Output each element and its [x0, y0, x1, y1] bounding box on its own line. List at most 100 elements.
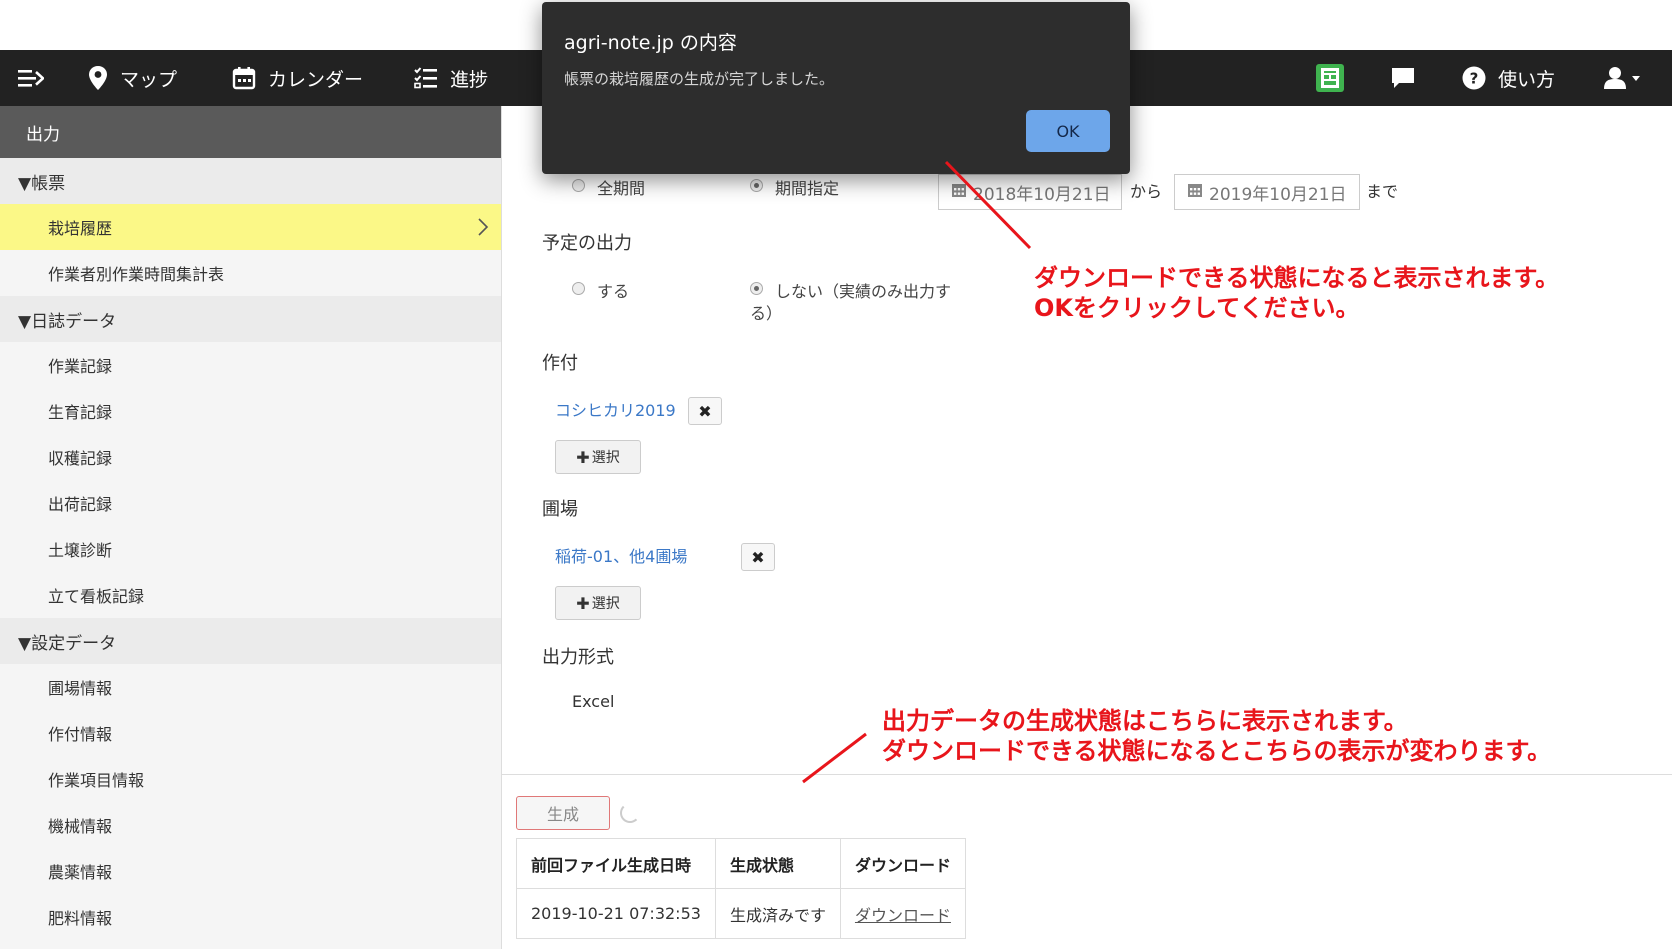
sidebar: 出力 ▼帳票 栽培履歴 作業者別作業時間集計表 ▼日誌データ 作業記録 生育記録… [0, 106, 502, 949]
nav-progress[interactable]: 進捗 [414, 50, 488, 106]
close-icon: ✖ [698, 401, 712, 421]
dialog-ok-button[interactable]: OK [1026, 110, 1110, 152]
planned-yes-label: する [597, 282, 630, 301]
output-status-table: 前回ファイル生成日時 生成状態 ダウンロード 2019-10-21 07:32:… [516, 838, 966, 939]
sidebar-item-label: 立て看板記録 [48, 587, 145, 606]
nav-calendar-label: カレンダー [268, 68, 364, 91]
sidebar-section-reports[interactable]: ▼帳票 [0, 158, 501, 204]
sidebar-item-worker-hours[interactable]: 作業者別作業時間集計表 [0, 250, 501, 296]
chat-icon [1390, 66, 1416, 90]
sidebar-item-pesticide-info[interactable]: 農薬情報 [0, 848, 501, 894]
chat-button[interactable] [1390, 50, 1428, 106]
field-value-link[interactable]: 稲荷-01、他4圃場 [555, 543, 687, 567]
calendar-icon [232, 66, 256, 90]
nav-progress-label: 進捗 [450, 68, 489, 91]
sidebar-section-journal-data[interactable]: ▼日誌データ [0, 296, 501, 342]
menu-arrow-icon [18, 68, 44, 88]
help-label: 使い方 [1498, 68, 1556, 91]
header-last-generated: 前回ファイル生成日時 [516, 838, 716, 889]
calendar-icon [1187, 182, 1203, 203]
sidebar-item-label: 収穫記録 [48, 449, 113, 468]
period-all-label: 全期間 [597, 179, 646, 198]
svg-text:?: ? [1470, 70, 1479, 88]
dialog-message: 帳票の栽培履歴の生成が完了しました。 [564, 70, 835, 88]
sidebar-item-label: 生育記録 [48, 403, 113, 422]
sidebar-item-cultivation-history[interactable]: 栽培履歴 [0, 204, 501, 250]
help-button[interactable]: ? 使い方 [1462, 50, 1555, 106]
report-book-icon [1316, 64, 1344, 92]
plus-icon: ✚ [576, 593, 590, 613]
sidebar-item-label: 圃場情報 [48, 679, 113, 698]
to-date-input[interactable]: 2019年10月21日 [1174, 174, 1360, 210]
annotation-note-1-line1: ダウンロードできる状態になると表示されます。 [1034, 264, 1560, 292]
sidebar-item-machine-info[interactable]: 機械情報 [0, 802, 501, 848]
sidebar-item-label: 作付情報 [48, 725, 113, 744]
radio-dot-selected [750, 179, 763, 192]
generate-button[interactable]: 生成 [516, 796, 610, 830]
cell-download: ダウンロード [839, 888, 966, 939]
annotation-note-2-line2: ダウンロードできる状態になるとこちらの表示が変わります。 [882, 737, 1552, 765]
menu-toggle-button[interactable] [18, 50, 56, 106]
sidebar-item-fertilizer-info[interactable]: 肥料情報 [0, 894, 501, 940]
field-select-label: 選択 [591, 596, 620, 612]
table-row: 2019-10-21 07:32:53 生成済みです ダウンロード [516, 888, 966, 939]
annotation-note-1-line2: OKをクリックしてください。 [1034, 294, 1360, 322]
user-menu-button[interactable] [1604, 50, 1654, 106]
sidebar-item-shipping-records[interactable]: 出荷記録 [0, 480, 501, 526]
period-range-radio[interactable]: 期間指定 [750, 175, 839, 199]
planned-no-label-line2: る） [750, 304, 783, 323]
annotation-arrow-1 [944, 160, 1032, 250]
sidebar-item-growth-records[interactable]: 生育記録 [0, 388, 501, 434]
user-icon [1604, 66, 1642, 90]
section-divider [502, 774, 1672, 775]
crop-select-label: 選択 [591, 450, 620, 466]
cell-last-generated: 2019-10-21 07:32:53 [516, 888, 716, 939]
crop-select-button[interactable]: ✚ 選択 [555, 440, 641, 474]
sidebar-item-signboard-records[interactable]: 立て看板記録 [0, 572, 501, 618]
sidebar-item-harvest-records[interactable]: 収穫記録 [0, 434, 501, 480]
question-circle-icon: ? [1462, 66, 1486, 90]
nav-map[interactable]: マップ [88, 50, 177, 106]
sidebar-item-label: 栽培履歴 [48, 219, 113, 238]
nav-calendar[interactable]: カレンダー [232, 50, 363, 106]
sidebar-item-field-info[interactable]: 圃場情報 [0, 664, 501, 710]
sidebar-section-settings-data[interactable]: ▼設定データ [0, 618, 501, 664]
sidebar-item-work-records[interactable]: 作業記録 [0, 342, 501, 388]
from-suffix: から [1130, 182, 1163, 201]
close-icon: ✖ [751, 547, 765, 567]
field-label: 圃場 [542, 499, 578, 520]
field-remove-button[interactable]: ✖ [741, 543, 775, 571]
crop-value-link[interactable]: コシヒカリ2019 [555, 397, 676, 421]
to-date-value: 2019年10月21日 [1209, 184, 1347, 205]
sidebar-item-soil-diagnosis[interactable]: 土壌診断 [0, 526, 501, 572]
map-pin-icon [88, 65, 108, 91]
dialog-title: agri-note.jp の内容 [564, 32, 737, 54]
sidebar-item-label: 作業者別作業時間集計表 [48, 265, 225, 284]
chevron-right-icon [477, 217, 489, 241]
output-format-label: 出力形式 [542, 647, 614, 668]
cell-status: 生成済みです [714, 888, 841, 939]
table-header-row: 前回ファイル生成日時 生成状態 ダウンロード [516, 838, 966, 889]
sidebar-item-label: 出荷記録 [48, 495, 113, 514]
planned-no-label-line1: しない（実績のみ出力す [775, 282, 952, 301]
radio-dot [572, 282, 585, 295]
sidebar-item-label: 作業項目情報 [48, 771, 145, 790]
planned-yes-radio[interactable]: する [572, 278, 629, 302]
report-button[interactable] [1316, 50, 1356, 106]
planned-no-radio[interactable]: しない（実績のみ出力す [750, 278, 951, 302]
sidebar-item-work-item-info[interactable]: 作業項目情報 [0, 756, 501, 802]
download-link[interactable]: ダウンロード [855, 906, 951, 925]
sidebar-item-label: 機械情報 [48, 817, 113, 836]
annotation-note-1: ダウンロードできる状態になると表示されます。 OKをクリックしてください。 [1034, 263, 1559, 323]
period-all-radio[interactable]: 全期間 [572, 175, 645, 199]
crop-remove-button[interactable]: ✖ [688, 397, 722, 425]
checklist-icon [414, 67, 438, 89]
radio-dot [572, 179, 585, 192]
to-suffix: まで [1366, 182, 1399, 201]
sidebar-item-label: 作業記録 [48, 357, 113, 376]
plus-icon: ✚ [576, 447, 590, 467]
sidebar-item-label: 肥料情報 [48, 909, 113, 928]
field-select-button[interactable]: ✚ 選択 [555, 586, 641, 620]
sidebar-header: 出力 [0, 106, 501, 158]
sidebar-item-crop-info[interactable]: 作付情報 [0, 710, 501, 756]
